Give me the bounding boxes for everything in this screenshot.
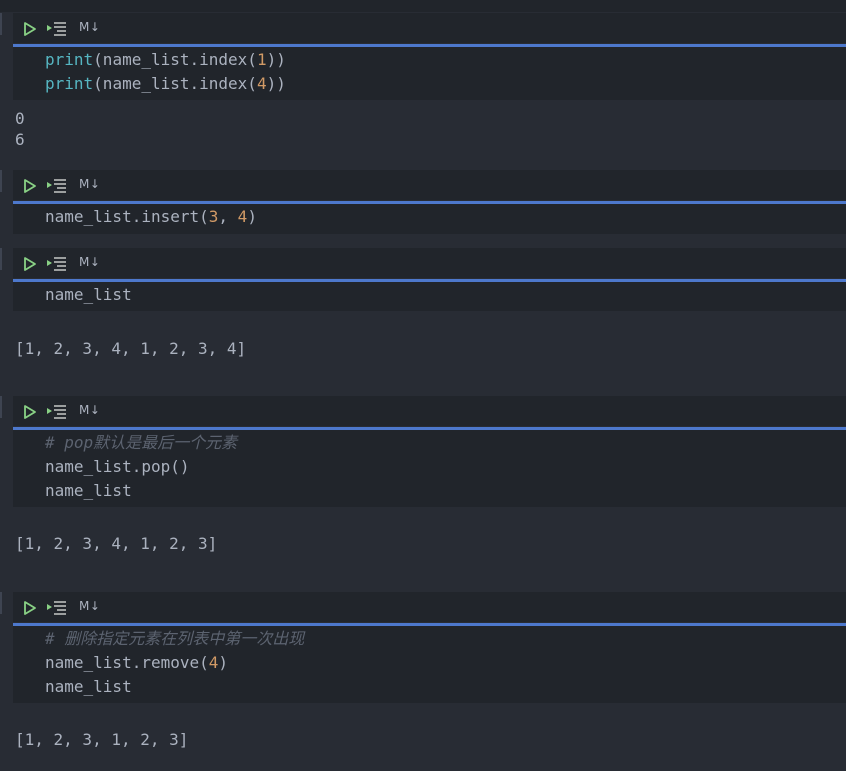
- markdown-toggle-button[interactable]: M↓: [79, 177, 100, 191]
- code-builtin: print: [45, 74, 94, 93]
- code-editor[interactable]: print(name_list.index(1)) print(name_list…: [13, 47, 846, 100]
- code-line: # pop默认是最后一个元素: [45, 431, 237, 455]
- cell-toolbar: M↓: [13, 592, 846, 622]
- cell-side-marker: [0, 170, 2, 192]
- code-number: 4: [208, 653, 219, 672]
- code-editor[interactable]: name_list.insert(3, 4): [13, 204, 846, 234]
- cell-side-marker: [0, 13, 2, 35]
- notebook-top-strip: [0, 0, 846, 12]
- code-line: name_list.insert(3, 4): [45, 205, 257, 229]
- code-text: ): [247, 207, 257, 226]
- cell-output: [1, 2, 3, 4, 1, 2, 3, 4]: [15, 339, 247, 358]
- cell-toolbar: M↓: [13, 13, 846, 43]
- markdown-toggle-button[interactable]: M↓: [79, 255, 100, 269]
- run-all-icon[interactable]: [46, 404, 68, 419]
- markdown-toggle-button[interactable]: M↓: [79, 403, 100, 417]
- cell-side-marker: [0, 592, 2, 614]
- play-icon[interactable]: [23, 256, 37, 271]
- cell-toolbar: M↓: [13, 248, 846, 278]
- run-all-icon[interactable]: [46, 21, 68, 36]
- code-number: 4: [256, 74, 267, 93]
- cell-side-marker: [0, 248, 2, 270]
- code-text: )): [266, 50, 286, 69]
- run-all-icon[interactable]: [46, 256, 68, 271]
- cell-toolbar: M↓: [13, 170, 846, 200]
- code-number: 4: [237, 207, 248, 226]
- code-line: name_list: [45, 283, 132, 307]
- code-text: name_list.pop(): [45, 457, 190, 476]
- code-number: 1: [256, 50, 267, 69]
- play-icon[interactable]: [23, 600, 37, 615]
- run-all-icon[interactable]: [46, 600, 68, 615]
- markdown-toggle-button[interactable]: M↓: [79, 20, 100, 34]
- cell-output: [1, 2, 3, 1, 2, 3]: [15, 730, 189, 749]
- cell-toolbar: M↓: [13, 396, 846, 426]
- code-line: print(name_list.index(4)): [45, 72, 286, 96]
- code-comment: # pop默认是最后一个元素: [45, 433, 238, 452]
- code-comment: # 删除指定元素在列表中第一次出现: [45, 629, 305, 648]
- code-text: name_list: [45, 481, 132, 500]
- code-builtin: print: [45, 50, 94, 69]
- play-icon[interactable]: [23, 404, 37, 419]
- cell-side-marker: [0, 396, 2, 418]
- cell-output: [1, 2, 3, 4, 1, 2, 3]: [15, 534, 218, 553]
- run-all-icon[interactable]: [46, 178, 68, 193]
- code-editor[interactable]: # pop默认是最后一个元素 name_list.pop() name_list: [13, 430, 846, 507]
- code-editor[interactable]: name_list: [13, 282, 846, 311]
- code-text: ): [218, 653, 229, 672]
- code-text: name_list: [45, 285, 132, 304]
- code-text: )): [266, 74, 286, 93]
- play-icon[interactable]: [23, 21, 37, 36]
- code-editor[interactable]: # 删除指定元素在列表中第一次出现 name_list.remove(4) name…: [13, 626, 846, 703]
- code-line: name_list: [45, 675, 132, 699]
- code-line: # 删除指定元素在列表中第一次出现: [45, 627, 304, 651]
- play-icon[interactable]: [23, 178, 37, 193]
- code-text: (name_list.index(: [93, 74, 257, 93]
- code-text: (name_list.index(: [93, 50, 257, 69]
- markdown-toggle-button[interactable]: M↓: [79, 599, 100, 613]
- cell-output: 6: [15, 130, 25, 149]
- code-text: ,: [218, 207, 238, 226]
- code-line: print(name_list.index(1)): [45, 48, 286, 72]
- code-text: name_list.remove(: [45, 653, 209, 672]
- code-line: name_list: [45, 479, 132, 503]
- code-text: name_list.insert(: [45, 207, 209, 226]
- code-line: name_list.remove(4): [45, 651, 228, 675]
- code-number: 3: [208, 207, 219, 226]
- code-line: name_list.pop(): [45, 455, 190, 479]
- cell-output: 0: [15, 109, 25, 128]
- code-text: name_list: [45, 677, 132, 696]
